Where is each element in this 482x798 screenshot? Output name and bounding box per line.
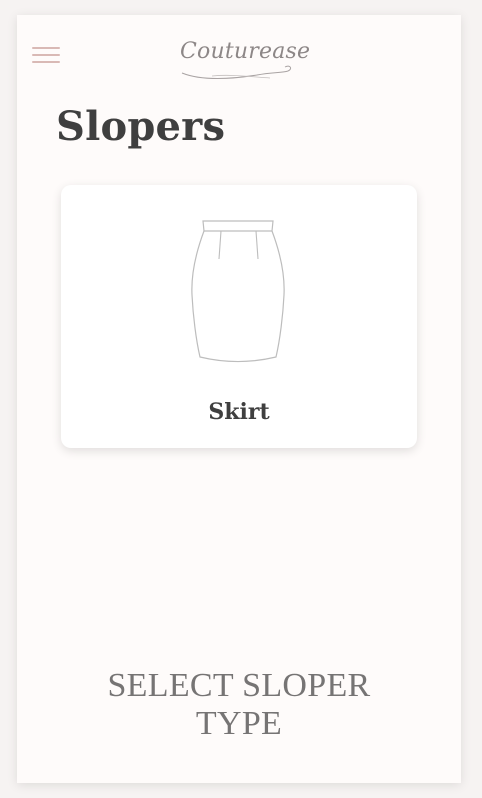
app-logo[interactable]: Couturease [172,37,310,81]
app-screen: Couturease Slopers Skirt SELECT SLOPER T… [17,15,461,783]
sloper-card-skirt[interactable]: Skirt [61,185,417,448]
select-sloper-caption: SELECT SLOPER TYPE [107,667,371,742]
skirt-icon [191,220,285,363]
logo-swash-icon [181,65,292,79]
menu-button[interactable] [32,47,60,65]
sloper-card-label: Skirt [208,399,270,425]
page-title: Slopers [56,103,226,150]
